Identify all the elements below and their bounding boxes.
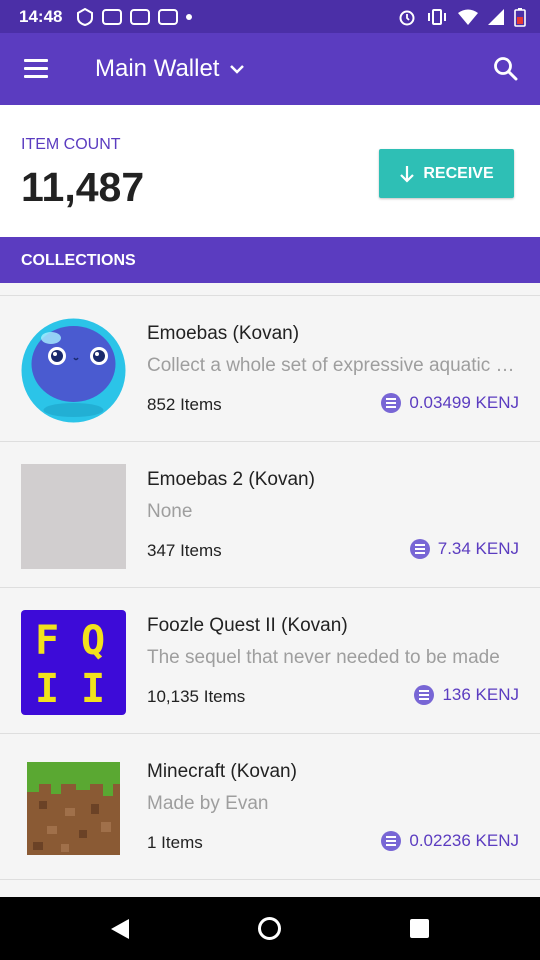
vibrate-icon [428, 8, 446, 25]
collection-item[interactable]: Emoebas (Kovan) Collect a whole set of e… [0, 296, 540, 441]
fq-logo-letter: I [81, 666, 105, 712]
battery-icon [514, 7, 526, 27]
divider [0, 879, 540, 880]
collection-description: None [147, 501, 193, 522]
collection-price: 136 KENJ [414, 685, 519, 705]
price-value: 0.02236 KENJ [409, 831, 519, 850]
collection-price: 0.02236 KENJ [381, 831, 519, 851]
status-time: 14:48 [19, 6, 63, 26]
enjin-coin-icon [381, 393, 402, 413]
item-count-label: ITEM COUNT [21, 136, 121, 153]
menu-icon[interactable] [24, 59, 48, 79]
receive-button[interactable]: RECEIVE [379, 149, 514, 198]
collection-item-count: 347 Items [147, 541, 222, 560]
more-notifications-icon [186, 13, 193, 20]
collection-description: The sequel that never needed to be made [147, 647, 500, 668]
app-notification-icon [158, 8, 179, 25]
app-notification-icon [130, 8, 151, 25]
price-value: 136 KENJ [442, 685, 519, 704]
price-value: 7.34 KENJ [437, 539, 519, 558]
back-icon[interactable] [110, 918, 130, 940]
wallet-summary: ITEM COUNT 11,487 RECEIVE [0, 105, 540, 237]
alarm-icon [399, 10, 415, 25]
app-bar: Main Wallet [0, 33, 540, 105]
app-notification-icon [102, 8, 123, 25]
price-value: 0.03499 KENJ [409, 393, 519, 412]
foozle-quest-thumbnail: F Q I I [21, 610, 126, 715]
wallet-title: Main Wallet [95, 55, 220, 82]
collection-item-count: 852 Items [147, 395, 222, 414]
collection-item-count: 1 Items [147, 833, 203, 852]
recents-icon[interactable] [410, 919, 429, 938]
collection-item[interactable]: Minecraft (Kovan) Made by Evan 1 Items 0… [0, 734, 540, 879]
home-icon[interactable] [258, 917, 281, 940]
collection-item-count: 10,135 Items [147, 687, 246, 706]
collection-description: Made by Evan [147, 793, 269, 814]
collections-header: COLLECTIONS [0, 237, 540, 283]
collection-description: Collect a whole set of expressive aquati… [147, 355, 519, 376]
search-icon[interactable] [492, 55, 520, 83]
shield-icon [77, 7, 94, 26]
collection-title: Foozle Quest II (Kovan) [147, 615, 348, 636]
enjin-coin-icon [414, 685, 435, 705]
collections-list[interactable]: Emoebas (Kovan) Collect a whole set of e… [0, 295, 540, 880]
wifi-icon [458, 9, 478, 25]
collection-title: Minecraft (Kovan) [147, 761, 297, 782]
collection-price: 7.34 KENJ [409, 539, 519, 559]
signal-icon [488, 8, 504, 25]
item-count-value: 11,487 [21, 164, 145, 210]
enjin-coin-icon [381, 831, 402, 851]
chevron-down-icon [230, 65, 245, 74]
collection-price: 0.03499 KENJ [381, 393, 519, 413]
collection-item[interactable]: F Q I I Foozle Quest II (Kovan) The sequ… [0, 588, 540, 733]
fq-logo-letter: F [35, 618, 59, 664]
arrow-down-icon [400, 165, 415, 183]
wallet-selector[interactable]: Main Wallet [95, 55, 245, 83]
collection-item[interactable]: Emoebas 2 (Kovan) None 347 Items 7.34 KE… [0, 442, 540, 587]
fq-logo-letter: I [35, 666, 59, 712]
system-icons [398, 7, 526, 27]
placeholder-thumbnail [21, 464, 126, 569]
receive-label: RECEIVE [423, 164, 494, 182]
fq-logo-letter: Q [81, 618, 105, 664]
notification-icons [76, 7, 193, 26]
grass-block-thumbnail [27, 762, 120, 855]
collection-title: Emoebas (Kovan) [147, 323, 300, 344]
status-bar: 14:48 [0, 0, 540, 33]
system-nav-bar [0, 897, 540, 960]
enjin-coin-icon [409, 539, 430, 559]
emoeba-thumbnail [21, 318, 126, 423]
collection-title: Emoebas 2 (Kovan) [147, 469, 315, 490]
